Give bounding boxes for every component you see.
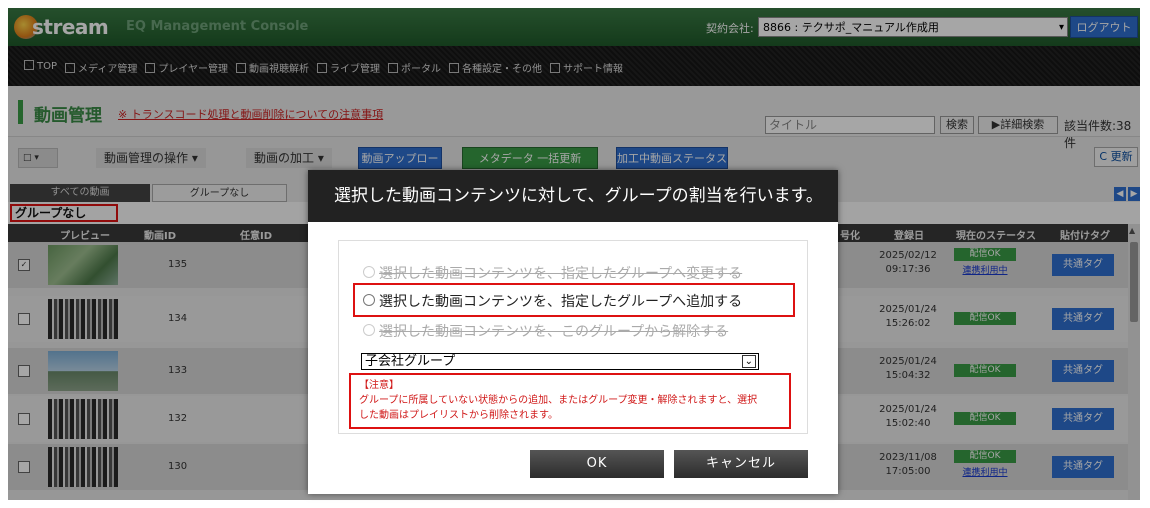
group-select[interactable]: 子会社グループ ⌄: [361, 353, 759, 370]
group-assign-dialog: 選択した動画コンテンツに対して、グループの割当を行います。 選択した動画コンテン…: [308, 170, 838, 494]
option-add-group[interactable]: 選択した動画コンテンツを、指定したグループへ追加する: [363, 291, 742, 311]
caution-line-2: した動画はプレイリストから削除されます。: [359, 410, 558, 421]
radio-icon: [363, 266, 375, 278]
dialog-title: 選択した動画コンテンツに対して、グループの割当を行います。: [308, 170, 838, 222]
caution-line-1: グループに所属していない状態からの追加、またはグループ変更・解除されますと、選択: [359, 395, 758, 406]
radio-icon: [363, 324, 375, 336]
group-select-value: 子会社グループ: [365, 354, 456, 369]
radio-icon[interactable]: [363, 294, 375, 306]
chevron-down-icon: ⌄: [741, 355, 756, 368]
option-change-group: 選択した動画コンテンツを、指定したグループへ変更する: [363, 263, 742, 283]
dialog-body: 選択した動画コンテンツを、指定したグループへ変更する 選択した動画コンテンツを、…: [338, 240, 808, 434]
ok-button[interactable]: OK: [530, 450, 664, 478]
option-remove-group: 選択した動画コンテンツを、このグループから解除する: [363, 321, 728, 341]
cancel-button[interactable]: キャンセル: [674, 450, 808, 478]
caution-box: 【注意】 グループに所属していない状態からの追加、またはグループ変更・解除されま…: [349, 373, 791, 429]
caution-title: 【注意】: [359, 380, 399, 391]
